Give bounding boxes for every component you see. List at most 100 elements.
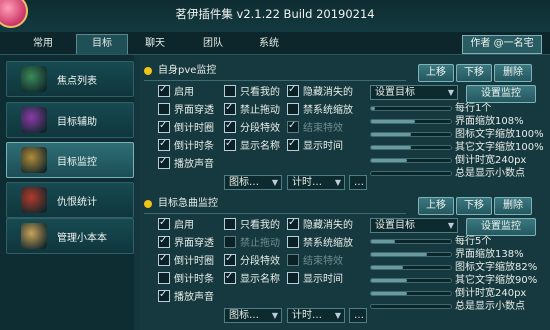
checkbox-option[interactable]: 显示名称	[224, 137, 280, 153]
checkbox-label: 结束特效	[303, 256, 343, 267]
slider-label: 倒计时宽240px	[455, 155, 527, 166]
slider-label: 其它文字缩放100%	[455, 142, 544, 153]
setting-slider[interactable]	[370, 158, 452, 163]
checkbox-label: 启用	[174, 87, 194, 98]
sidebar-item[interactable]: 管理小本本	[6, 218, 134, 254]
checkbox-option[interactable]: 禁系统缩放	[287, 236, 353, 250]
slider-fill	[371, 266, 403, 269]
checkbox-option[interactable]: 显示名称	[224, 270, 280, 286]
slider-label: 图标文字缩放100%	[455, 129, 544, 140]
checkbox-option[interactable]: 只看我的	[224, 218, 280, 232]
setting-slider[interactable]	[370, 171, 452, 176]
checkbox-label: 隐藏消失的	[303, 220, 353, 231]
slider-fill	[371, 240, 395, 243]
checkbox-option[interactable]: 只看我的	[224, 85, 280, 99]
option-select[interactable]: 图标… ▼	[224, 308, 282, 323]
checkbox-label: 显示时间	[303, 274, 343, 285]
author-button[interactable]: 作者 @一名宅	[462, 35, 542, 54]
setting-slider[interactable]	[370, 252, 452, 257]
section-divider	[144, 80, 406, 81]
checkbox-label: 分段特效	[240, 256, 280, 267]
slider-label: 图标文字缩放82%	[455, 262, 538, 273]
sidebar-item[interactable]: 焦点列表	[6, 61, 134, 97]
settings-monitor-button[interactable]: 设置监控	[466, 85, 536, 103]
checkbox-box	[287, 103, 299, 115]
checkbox-box	[158, 103, 170, 115]
checkbox-box	[287, 216, 299, 230]
setting-slider[interactable]	[370, 265, 452, 270]
move-up-button[interactable]: 上移	[418, 197, 454, 215]
tab-team[interactable]: 团队	[188, 35, 238, 54]
checkbox-option[interactable]: 显示时间	[287, 272, 343, 286]
target-select[interactable]: 设置目标 ▼	[370, 85, 458, 100]
checkbox-option[interactable]: 启用	[158, 216, 194, 232]
tab-system[interactable]: 系统	[244, 35, 294, 54]
delete-button[interactable]: 删除	[494, 197, 532, 215]
checkbox-option[interactable]: 禁系统缩放	[287, 103, 353, 117]
tab-common[interactable]: 常用	[18, 35, 68, 54]
checkbox-option[interactable]: 显示时间	[287, 137, 343, 153]
target-select-label: 设置目标	[375, 220, 415, 231]
checkbox-option[interactable]: 禁止拖动	[224, 101, 280, 117]
setting-slider[interactable]	[370, 119, 452, 124]
option-select-label: …	[354, 177, 364, 188]
setting-slider[interactable]	[370, 291, 452, 296]
checkbox-label: 结束特效	[303, 123, 343, 134]
tab-chat[interactable]: 聊天	[130, 35, 180, 54]
sidebar-item[interactable]: 目标辅助	[6, 102, 134, 138]
option-select[interactable]: 计时… ▼	[287, 308, 345, 323]
checkbox-label: 显示时间	[303, 141, 343, 152]
option-select[interactable]: 图标… ▼	[224, 175, 282, 190]
checkbox-option[interactable]: 倒计时圈	[158, 119, 214, 135]
checkbox-option[interactable]: 启用	[158, 83, 194, 99]
checkbox-label: 禁系统缩放	[303, 105, 353, 116]
sidebar-item[interactable]: 仇恨统计	[6, 182, 134, 218]
option-select[interactable]: …	[349, 175, 367, 190]
checkbox-option[interactable]: 播放声音	[158, 288, 214, 304]
checkbox-box	[224, 137, 236, 151]
checkbox-option[interactable]: 倒计时条	[158, 272, 214, 286]
target-select[interactable]: 设置目标 ▼	[370, 218, 458, 233]
checkbox-option[interactable]: 分段特效	[224, 119, 280, 135]
checkbox-option: 结束特效	[287, 254, 343, 268]
checkbox-option[interactable]: 界面穿透	[158, 234, 214, 250]
tab-target[interactable]: 目标	[76, 34, 128, 54]
checkbox-label: 只看我的	[240, 220, 280, 231]
checkbox-box	[287, 272, 299, 284]
option-select[interactable]: …	[349, 308, 367, 323]
checkbox-box	[158, 119, 170, 133]
setting-slider[interactable]	[370, 132, 452, 137]
sidebar-item[interactable]: 目标监控	[6, 142, 134, 178]
slider-fill	[371, 146, 411, 149]
slider-label: 界面缩放138%	[455, 249, 524, 260]
option-select[interactable]: 计时… ▼	[287, 175, 345, 190]
checkbox-option[interactable]: 倒计时圈	[158, 252, 214, 268]
delete-button[interactable]: 删除	[494, 64, 532, 82]
sidebar-item-label: 仇恨统计	[57, 197, 97, 208]
checkbox-option[interactable]: 倒计时条	[158, 137, 214, 153]
checkbox-option[interactable]: 隐藏消失的	[287, 216, 353, 232]
move-up-button[interactable]: 上移	[418, 64, 454, 82]
setting-slider[interactable]	[370, 145, 452, 150]
setting-slider[interactable]	[370, 106, 452, 111]
checkbox-option[interactable]: 界面穿透	[158, 103, 214, 117]
setting-slider[interactable]	[370, 278, 452, 283]
checkbox-option[interactable]: 播放声音	[158, 155, 214, 171]
option-select-label: 计时…	[292, 310, 322, 321]
checkbox-label: 禁止拖动	[240, 105, 280, 116]
option-select-label: 图标…	[229, 177, 259, 188]
checkbox-label: 倒计时条	[174, 141, 214, 152]
checkbox-box	[287, 236, 299, 248]
move-down-button[interactable]: 下移	[456, 64, 492, 82]
move-down-button[interactable]: 下移	[456, 197, 492, 215]
checkbox-box	[158, 234, 170, 248]
option-select-label: …	[354, 310, 364, 321]
setting-slider[interactable]	[370, 239, 452, 244]
book-icon	[21, 223, 47, 249]
checkbox-label: 倒计时圈	[174, 123, 214, 134]
checkbox-option[interactable]: 分段特效	[224, 252, 280, 268]
settings-monitor-button[interactable]: 设置监控	[466, 218, 536, 236]
setting-slider[interactable]	[370, 304, 452, 309]
checkbox-option[interactable]: 隐藏消失的	[287, 83, 353, 99]
checkbox-label: 禁止拖动	[240, 238, 280, 249]
